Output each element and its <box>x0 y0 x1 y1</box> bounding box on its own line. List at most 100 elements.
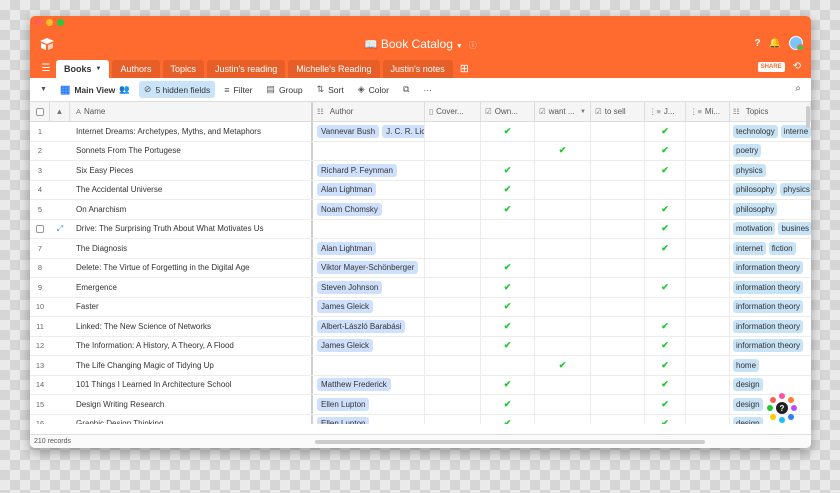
author-pill[interactable]: James Gleick <box>317 339 374 353</box>
sort-button[interactable]: ⇅ Sort <box>312 81 349 98</box>
cell-cover[interactable] <box>425 219 481 238</box>
user-avatar[interactable] <box>789 36 804 51</box>
cell-want[interactable] <box>535 375 591 394</box>
cell-cover[interactable] <box>425 395 481 414</box>
cell-want[interactable] <box>535 336 591 355</box>
cell-name[interactable]: The Accidental Universe <box>70 180 313 199</box>
cell-want[interactable] <box>535 219 591 238</box>
table-row[interactable]: 15 Design Writing Research Ellen Lupton ✔ ✔ d… <box>30 395 811 415</box>
cell-topics[interactable]: philosophy <box>730 200 811 219</box>
cell-j[interactable] <box>645 258 686 277</box>
table-row[interactable]: 11 Linked: The New Science of Networks Alb… <box>30 317 811 337</box>
cell-mi[interactable] <box>686 161 730 180</box>
topic-pill[interactable]: philosophy <box>733 202 778 216</box>
author-pill[interactable]: Ellen Lupton <box>317 397 370 411</box>
topic-pill[interactable]: internet <box>733 241 766 255</box>
cell-j[interactable] <box>645 297 686 316</box>
topic-pill[interactable]: information theory <box>733 300 804 314</box>
chevron-down-icon[interactable]: ▼ <box>40 86 47 93</box>
cell-author[interactable]: Ellen Lupton <box>313 414 425 424</box>
table-row[interactable]: 2 Sonnets From The Portugese ✔ ✔ poetry <box>30 141 811 161</box>
cell-name[interactable]: Delete: The Virtue of Forgetting in the … <box>70 258 313 277</box>
cell-want[interactable] <box>535 258 591 277</box>
cell-author[interactable]: Noam Chomsky <box>313 200 425 219</box>
table-row[interactable]: 3 Six Easy Pieces Richard P. Feynman ✔ ✔ phys… <box>30 161 811 181</box>
cell-name[interactable]: The Diagnosis <box>70 239 313 258</box>
cell-mi[interactable] <box>686 122 730 141</box>
cell-cover[interactable] <box>425 356 481 375</box>
cell-mi[interactable] <box>686 356 730 375</box>
topic-pill[interactable]: physics <box>733 163 766 177</box>
topic-pill[interactable]: physics <box>780 183 811 197</box>
cell-want[interactable] <box>535 395 591 414</box>
author-pill[interactable]: Alan Lightman <box>317 183 377 197</box>
cell-j[interactable]: ✔ <box>645 317 686 336</box>
cell-author[interactable]: James Gleick <box>313 297 425 316</box>
topic-pill[interactable]: design <box>733 417 763 424</box>
notifications-bell-icon[interactable]: 🔔 <box>769 38 781 49</box>
tab-books[interactable]: Books ▼ <box>56 60 110 78</box>
cell-name[interactable]: The Life Changing Magic of Tidying Up <box>70 356 313 375</box>
topic-pill[interactable]: information theory <box>733 319 804 333</box>
table-row[interactable]: 16 Graphic Design Thinking Ellen Lupton ✔ ✔ d… <box>30 414 811 424</box>
cell-name[interactable]: Internet Dreams: Archetypes, Myths, and … <box>70 122 313 141</box>
cell-name[interactable]: Six Easy Pieces <box>70 161 313 180</box>
column-header-sell[interactable]: ☑ to sell <box>591 102 645 121</box>
tab-authors[interactable]: Authors <box>112 60 160 78</box>
cell-topics[interactable]: technology interne <box>730 122 811 141</box>
cell-topics[interactable]: information theory <box>730 317 811 336</box>
add-table-icon[interactable]: ⊞ <box>460 62 469 75</box>
search-icon[interactable]: ⌕ <box>795 83 801 94</box>
cell-sell[interactable] <box>591 258 645 277</box>
column-header-topics[interactable]: ☷ Topics <box>730 102 811 121</box>
history-icon[interactable]: ⟲ <box>793 61 801 72</box>
cell-want[interactable] <box>535 297 591 316</box>
cell-topics[interactable]: internet fiction <box>730 239 811 258</box>
cell-own[interactable]: ✔ <box>481 395 535 414</box>
cell-topics[interactable]: design <box>730 376 811 395</box>
column-header-own[interactable]: ☑ Own... <box>481 102 535 121</box>
cell-cover[interactable] <box>425 297 481 316</box>
filter-button[interactable]: ≡ Filter <box>219 82 257 98</box>
cell-name[interactable]: Graphic Design Thinking <box>70 414 313 424</box>
topic-pill[interactable]: philosophy <box>733 183 778 197</box>
table-row[interactable]: 1 Internet Dreams: Archetypes, Myths, and… <box>30 122 811 142</box>
expand-record-icon[interactable]: ⤢ <box>57 224 63 234</box>
topic-pill[interactable]: information theory <box>733 280 804 294</box>
share-button[interactable]: SHARE <box>757 61 785 72</box>
cell-want[interactable]: ✔ <box>535 356 591 375</box>
cell-want[interactable] <box>535 161 591 180</box>
author-pill[interactable]: J. C. R. Lic <box>382 124 424 138</box>
cell-j[interactable]: ✔ <box>645 161 686 180</box>
cell-mi[interactable] <box>686 239 730 258</box>
cell-sell[interactable] <box>591 395 645 414</box>
cell-cover[interactable] <box>425 336 481 355</box>
cell-own[interactable] <box>481 356 535 375</box>
cell-own[interactable]: ✔ <box>481 297 535 316</box>
author-pill[interactable]: James Gleick <box>317 300 374 314</box>
cell-sell[interactable] <box>591 180 645 199</box>
cell-sell[interactable] <box>591 375 645 394</box>
table-row[interactable]: 5 On Anarchism Noam Chomsky ✔ ✔ philosophy <box>30 200 811 220</box>
cell-mi[interactable] <box>686 395 730 414</box>
cell-own[interactable]: ✔ <box>481 414 535 424</box>
cell-author[interactable] <box>313 141 425 160</box>
cell-author[interactable]: James Gleick <box>313 336 425 355</box>
cell-mi[interactable] <box>686 180 730 199</box>
menu-icon[interactable]: ☰ <box>36 63 56 74</box>
tab-justins-reading[interactable]: Justin's reading <box>207 60 286 78</box>
cell-topics[interactable]: physics <box>730 161 811 180</box>
cell-own[interactable]: ✔ <box>481 317 535 336</box>
column-header-mi[interactable]: ⋮≡ Mi... <box>686 102 730 121</box>
more-options-button[interactable]: ··· <box>418 82 437 98</box>
table-row[interactable]: 10 Faster James Gleick ✔ information theory <box>30 297 811 317</box>
row-select-checkbox[interactable] <box>36 224 44 233</box>
cell-mi[interactable] <box>686 375 730 394</box>
table-row[interactable]: ⤢ Drive: The Surprising Truth About What … <box>30 219 811 239</box>
column-header-name[interactable]: A Name <box>70 102 313 121</box>
cell-j[interactable]: ✔ <box>645 336 686 355</box>
info-icon[interactable]: ⓘ <box>469 41 477 50</box>
cell-sell[interactable] <box>591 219 645 238</box>
cell-name[interactable]: Drive: The Surprising Truth About What M… <box>70 219 313 238</box>
column-header-want[interactable]: ☑ want ... ▼ <box>535 102 591 121</box>
